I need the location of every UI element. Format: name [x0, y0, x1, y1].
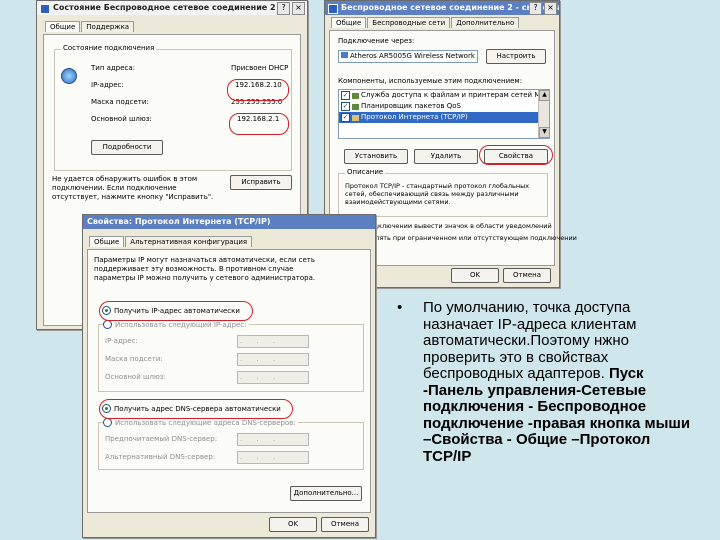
scroll-up-icon[interactable]: ▲ [539, 90, 550, 101]
preferred-dns-label: Предпочитаемый DNS-сервер: [105, 435, 218, 443]
gateway-label: Основной шлюз: [91, 115, 152, 123]
address-type-label: Тип адреса: [91, 64, 136, 72]
wireless-connection-icon [61, 68, 77, 84]
ok-button[interactable]: OK [451, 268, 499, 283]
scroll-down-icon[interactable]: ▼ [539, 127, 550, 138]
help-icon[interactable]: ? [277, 2, 290, 15]
component-name: Протокол Интернета (TCP/IP) [361, 113, 468, 121]
checkbox[interactable]: ✓ [341, 102, 350, 111]
manual-dns-option[interactable]: Использовать следующие адреса DNS-сервер… [103, 418, 298, 427]
auto-ip-highlight [99, 301, 253, 321]
preferred-dns-input[interactable]: . . . [237, 433, 309, 446]
notify-text: Уведомлять при ограниченном или отсутств… [350, 233, 577, 242]
auto-dns-highlight [99, 399, 293, 419]
tab-general[interactable]: Общие [89, 236, 125, 247]
adapter-field: Atheros AR5005G Wireless Network [338, 50, 478, 63]
list-item[interactable]: ✓ Служба доступа к файлам и принтерам сет… [339, 90, 549, 101]
tab-support[interactable]: Поддержка [81, 21, 135, 32]
radio[interactable] [103, 418, 112, 427]
status-window-title: Состояние Беспроводное сетевое соединени… [53, 3, 276, 12]
tcpip-title: Свойства: Протокол Интернета (TCP/IP) [87, 217, 271, 226]
cancel-button[interactable]: Отмена [503, 268, 551, 283]
ip-address-label: IP-адрес: [91, 81, 124, 89]
close-icon[interactable]: × [292, 2, 305, 15]
description-group: Описание Протокол TCP/IP - стандартный п… [338, 168, 548, 217]
components-scrollbar[interactable]: ▲ ▼ [538, 90, 550, 138]
tab-advanced[interactable]: Дополнительно [451, 17, 520, 28]
alternate-dns-label: Альтернативный DNS-сервер: [105, 453, 216, 461]
address-type-value: Присвоен DHCP [231, 64, 289, 72]
alternate-dns-input[interactable]: . . . [237, 451, 309, 464]
repair-button[interactable]: Исправить [230, 175, 292, 190]
components-list: ✓ Служба доступа к файлам и принтерам сет… [338, 89, 550, 139]
bullet-icon: • [397, 299, 403, 316]
tab-general[interactable]: Общие [331, 17, 367, 28]
connection-status-group: Состояние подключения Тип адреса: Присво… [54, 44, 292, 171]
details-button[interactable]: Подробности [91, 140, 163, 155]
manual-dns-label: Использовать следующие адреса DNS-сервер… [115, 418, 296, 427]
ip-address-highlight [227, 79, 289, 101]
properties-highlight [479, 145, 553, 165]
list-item[interactable]: ✓ Протокол Интернета (TCP/IP) [339, 112, 549, 123]
close-icon[interactable]: × [544, 2, 557, 15]
adapter-name: Atheros AR5005G Wireless Network [350, 52, 475, 60]
ok-button[interactable]: OK [269, 517, 317, 532]
repair-text: Не удается обнаружить ошибок в этом подк… [52, 175, 214, 201]
show-icon-text: При подключении вывести значок в области… [350, 221, 552, 230]
tab-general[interactable]: Общие [45, 21, 81, 32]
intro-text: Параметры IP могут назначаться автоматич… [94, 256, 316, 282]
ip-field-label: IP-адрес: [105, 337, 138, 345]
network-icon [328, 4, 338, 14]
ip-address-input[interactable]: . . . [237, 335, 309, 348]
gateway-input[interactable]: . . . [237, 371, 309, 384]
tab-alternate-config[interactable]: Альтернативная конфигурация [125, 236, 253, 247]
qos-icon [352, 103, 359, 110]
note-text: По умолчанию, точка доступа назначает IP… [423, 299, 637, 382]
remove-button[interactable]: Удалить [414, 149, 478, 164]
manual-dns-group: Использовать следующие адреса DNS-сервер… [98, 418, 364, 470]
subnet-mask-input[interactable]: . . . [237, 353, 309, 366]
adapter-properties-titlebar[interactable]: Беспроводное сетевое соединение 2 - свой… [325, 1, 559, 15]
manual-ip-label: Использовать следующий IP-адрес: [115, 320, 247, 329]
list-item[interactable]: ✓ Планировщик пакетов QoS [339, 101, 549, 112]
configure-button[interactable]: Настроить [486, 49, 546, 64]
mask-field-label: Маска подсети: [105, 355, 163, 363]
component-name: Планировщик пакетов QoS [361, 102, 461, 110]
tcpip-titlebar[interactable]: Свойства: Протокол Интернета (TCP/IP) [83, 215, 375, 229]
tab-wireless-networks[interactable]: Беспроводные сети [367, 17, 451, 28]
subnet-mask-label: Маска подсети: [91, 98, 149, 106]
advanced-button[interactable]: Дополнительно... [290, 486, 362, 501]
checkbox[interactable]: ✓ [341, 113, 350, 122]
adapter-icon [341, 52, 348, 58]
status-window-titlebar[interactable]: Состояние Беспроводное сетевое соединени… [37, 1, 307, 15]
network-icon [40, 4, 50, 14]
file-sharing-icon [352, 92, 359, 99]
note-body: По умолчанию, точка доступа назначает IP… [423, 299, 693, 465]
install-button[interactable]: Установить [344, 149, 408, 164]
description-title: Описание [345, 168, 386, 176]
protocol-icon [352, 114, 359, 121]
manual-ip-option[interactable]: Использовать следующий IP-адрес: [103, 320, 249, 329]
tcpip-pane: Параметры IP могут назначаться автоматич… [87, 249, 371, 513]
help-icon[interactable]: ? [529, 2, 542, 15]
cancel-button[interactable]: Отмена [321, 517, 369, 532]
tcpip-properties-window: Свойства: Протокол Интернета (TCP/IP) Об… [82, 214, 376, 538]
gateway-field-label: Основной шлюз: [105, 373, 166, 381]
manual-ip-group: Использовать следующий IP-адрес: IP-адре… [98, 320, 364, 392]
adapter-properties-title: Беспроводное сетевое соединение 2 - свой… [341, 3, 559, 12]
component-name: Служба доступа к файлам и принтерам сете… [361, 91, 549, 99]
gateway-highlight [229, 113, 289, 135]
connection-status-title: Состояние подключения [61, 44, 157, 52]
checkbox[interactable]: ✓ [341, 91, 350, 100]
radio[interactable] [103, 320, 112, 329]
components-label: Компоненты, используемые этим подключени… [338, 77, 523, 85]
description-text: Протокол TCP/IP - стандартный протокол г… [345, 182, 530, 206]
connect-via-label: Подключение через: [338, 37, 415, 45]
